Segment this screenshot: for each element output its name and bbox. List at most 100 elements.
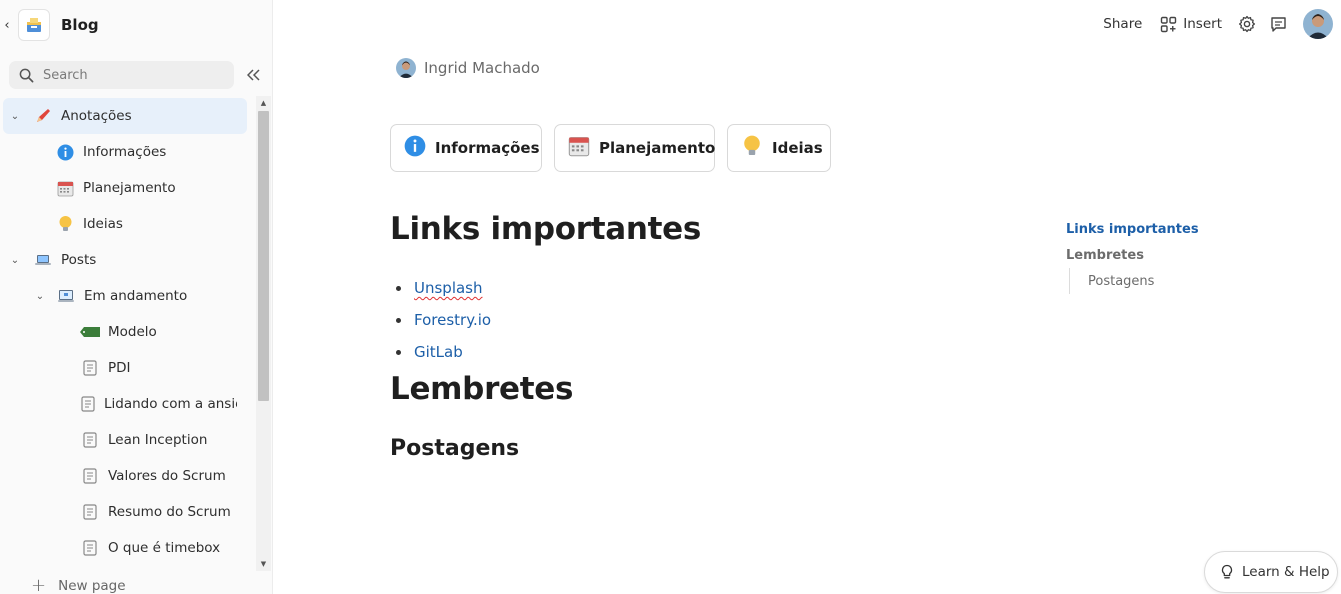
- sidebar-item-em-andamento[interactable]: ⌄ Em andamento: [3, 278, 247, 314]
- lightbulb-icon: [55, 214, 75, 234]
- page-icon: [80, 358, 100, 378]
- share-label: Share: [1103, 16, 1143, 32]
- sidebar-item-label: Em andamento: [84, 288, 188, 304]
- info-icon: [55, 142, 75, 162]
- sidebar-scrollbar[interactable]: ▲ ▼: [256, 96, 271, 571]
- sidebar-item-lidando-com-a-ansiedade[interactable]: Lidando com a ansiedade: [3, 386, 237, 422]
- list-item: Forestry.io: [396, 304, 491, 336]
- author-name[interactable]: Ingrid Machado: [424, 59, 540, 77]
- sidebar-item-label: O que é timebox: [108, 540, 221, 556]
- sidebar-item-valores-do-scrum[interactable]: Valores do Scrum: [3, 458, 247, 494]
- page-icon: [80, 502, 100, 522]
- search-icon: [19, 68, 34, 82]
- heading-postagens: Postagens: [390, 436, 520, 461]
- scroll-thumb[interactable]: [258, 111, 269, 401]
- chevron-down-icon[interactable]: ⌄: [9, 111, 21, 122]
- sidebar-item-posts[interactable]: ⌄ Posts: [3, 242, 247, 278]
- comment-icon: [1271, 16, 1286, 32]
- list-item: Unsplash: [396, 272, 491, 304]
- card-label: Planejamento: [599, 139, 716, 157]
- laptop-icon: [33, 250, 53, 270]
- sidebar-item-label: Lidando com a ansiedade: [104, 396, 237, 412]
- collapse-sidebar-button[interactable]: [246, 68, 260, 82]
- sidebar-item-anotacoes[interactable]: ⌄ Anotações: [3, 98, 247, 134]
- sidebar-item-ideias[interactable]: Ideias: [3, 206, 247, 242]
- space-logo-icon[interactable]: [18, 9, 50, 41]
- double-chevron-left-icon: [246, 69, 260, 81]
- sidebar: ‹ Blog ⌄: [0, 0, 273, 594]
- child-page-cards: Informações Planejamento Ideias: [390, 124, 843, 172]
- sidebar-item-resumo-do-scrum[interactable]: Resumo do Scrum: [3, 494, 247, 530]
- insert-grid-icon: [1161, 16, 1177, 32]
- sidebar-header: ‹ Blog: [0, 6, 272, 44]
- new-page-button[interactable]: + New page: [31, 575, 126, 594]
- sidebar-item-pdi[interactable]: PDI: [3, 350, 247, 386]
- sidebar-item-label: Ideias: [83, 216, 123, 232]
- draft-tag-icon: [80, 322, 100, 342]
- search-input[interactable]: [43, 67, 213, 83]
- table-of-contents: Links importantes Lembretes Postagens: [1066, 216, 1199, 294]
- sidebar-item-label: Lean Inception: [108, 432, 208, 448]
- sidebar-item-label: Modelo: [108, 324, 157, 340]
- page-icon: [80, 430, 100, 450]
- sidebar-item-label: Valores do Scrum: [108, 468, 226, 484]
- toc-item-links-importantes[interactable]: Links importantes: [1066, 216, 1199, 242]
- sidebar-item-label: Anotações: [61, 108, 132, 124]
- sidebar-item-modelo[interactable]: Modelo: [3, 314, 247, 350]
- sidebar-item-informacoes[interactable]: Informações: [3, 134, 247, 170]
- search-box[interactable]: [9, 61, 234, 89]
- bullet: [396, 285, 401, 291]
- card-informacoes[interactable]: Informações: [390, 124, 542, 172]
- learn-help-label: Learn & Help: [1242, 564, 1330, 580]
- bullet: [396, 349, 401, 355]
- pencil-icon: [33, 106, 53, 126]
- lightbulb-outline-icon: [1221, 564, 1233, 579]
- card-planejamento[interactable]: Planejamento: [554, 124, 715, 172]
- sidebar-item-label: PDI: [108, 360, 131, 376]
- chevron-down-icon[interactable]: ⌄: [34, 291, 46, 302]
- user-avatar[interactable]: [1303, 9, 1333, 39]
- toc-item-postagens[interactable]: Postagens: [1069, 268, 1199, 294]
- link-gitlab[interactable]: GitLab: [414, 343, 463, 361]
- page-icon: [80, 538, 100, 558]
- sidebar-item-planejamento[interactable]: Planejamento: [3, 170, 247, 206]
- insert-button[interactable]: Insert: [1160, 16, 1222, 33]
- settings-button[interactable]: [1238, 15, 1256, 33]
- sidebar-item-label: Planejamento: [83, 180, 176, 196]
- heading-lembretes: Lembretes: [390, 371, 574, 407]
- page-icon: [80, 394, 96, 414]
- laptop-draft-icon: [56, 286, 76, 306]
- link-forestry[interactable]: Forestry.io: [414, 311, 491, 329]
- calendar-icon: [55, 178, 75, 198]
- back-chevron-icon[interactable]: ‹: [1, 18, 13, 33]
- sidebar-item-label: Informações: [83, 144, 167, 160]
- list-item: GitLab: [396, 336, 491, 368]
- scroll-up-arrow-icon[interactable]: ▲: [256, 96, 271, 110]
- card-label: Informações: [435, 139, 540, 157]
- space-title[interactable]: Blog: [61, 16, 99, 34]
- top-bar: Share Insert: [1103, 8, 1333, 40]
- heading-links-importantes: Links importantes: [390, 211, 702, 247]
- card-ideias[interactable]: Ideias: [727, 124, 831, 172]
- chevron-down-icon[interactable]: ⌄: [9, 255, 21, 266]
- bullet: [396, 317, 401, 323]
- comments-button[interactable]: [1270, 16, 1287, 33]
- sidebar-item-lean-inception[interactable]: Lean Inception: [3, 422, 247, 458]
- scroll-down-arrow-icon[interactable]: ▼: [256, 557, 271, 571]
- sidebar-item-label: Resumo do Scrum: [108, 504, 231, 520]
- card-label: Ideias: [772, 139, 823, 157]
- gear-icon: [1238, 15, 1256, 33]
- sidebar-item-label: Posts: [61, 252, 97, 268]
- page-author: Ingrid Machado: [396, 58, 540, 78]
- learn-help-button[interactable]: Learn & Help: [1204, 551, 1338, 593]
- toc-item-lembretes[interactable]: Lembretes: [1066, 242, 1199, 268]
- plus-icon: +: [31, 575, 47, 594]
- author-avatar[interactable]: [396, 58, 416, 78]
- share-button[interactable]: Share: [1103, 16, 1142, 32]
- page-tree: ⌄ Anotações Informações Planejamento Ide…: [0, 97, 255, 572]
- calendar-icon: [568, 135, 590, 161]
- page-icon: [80, 466, 100, 486]
- search-row: [9, 61, 261, 89]
- sidebar-item-o-que-e-timebox[interactable]: O que é timebox: [3, 530, 247, 566]
- link-unsplash[interactable]: Unsplash: [414, 279, 483, 297]
